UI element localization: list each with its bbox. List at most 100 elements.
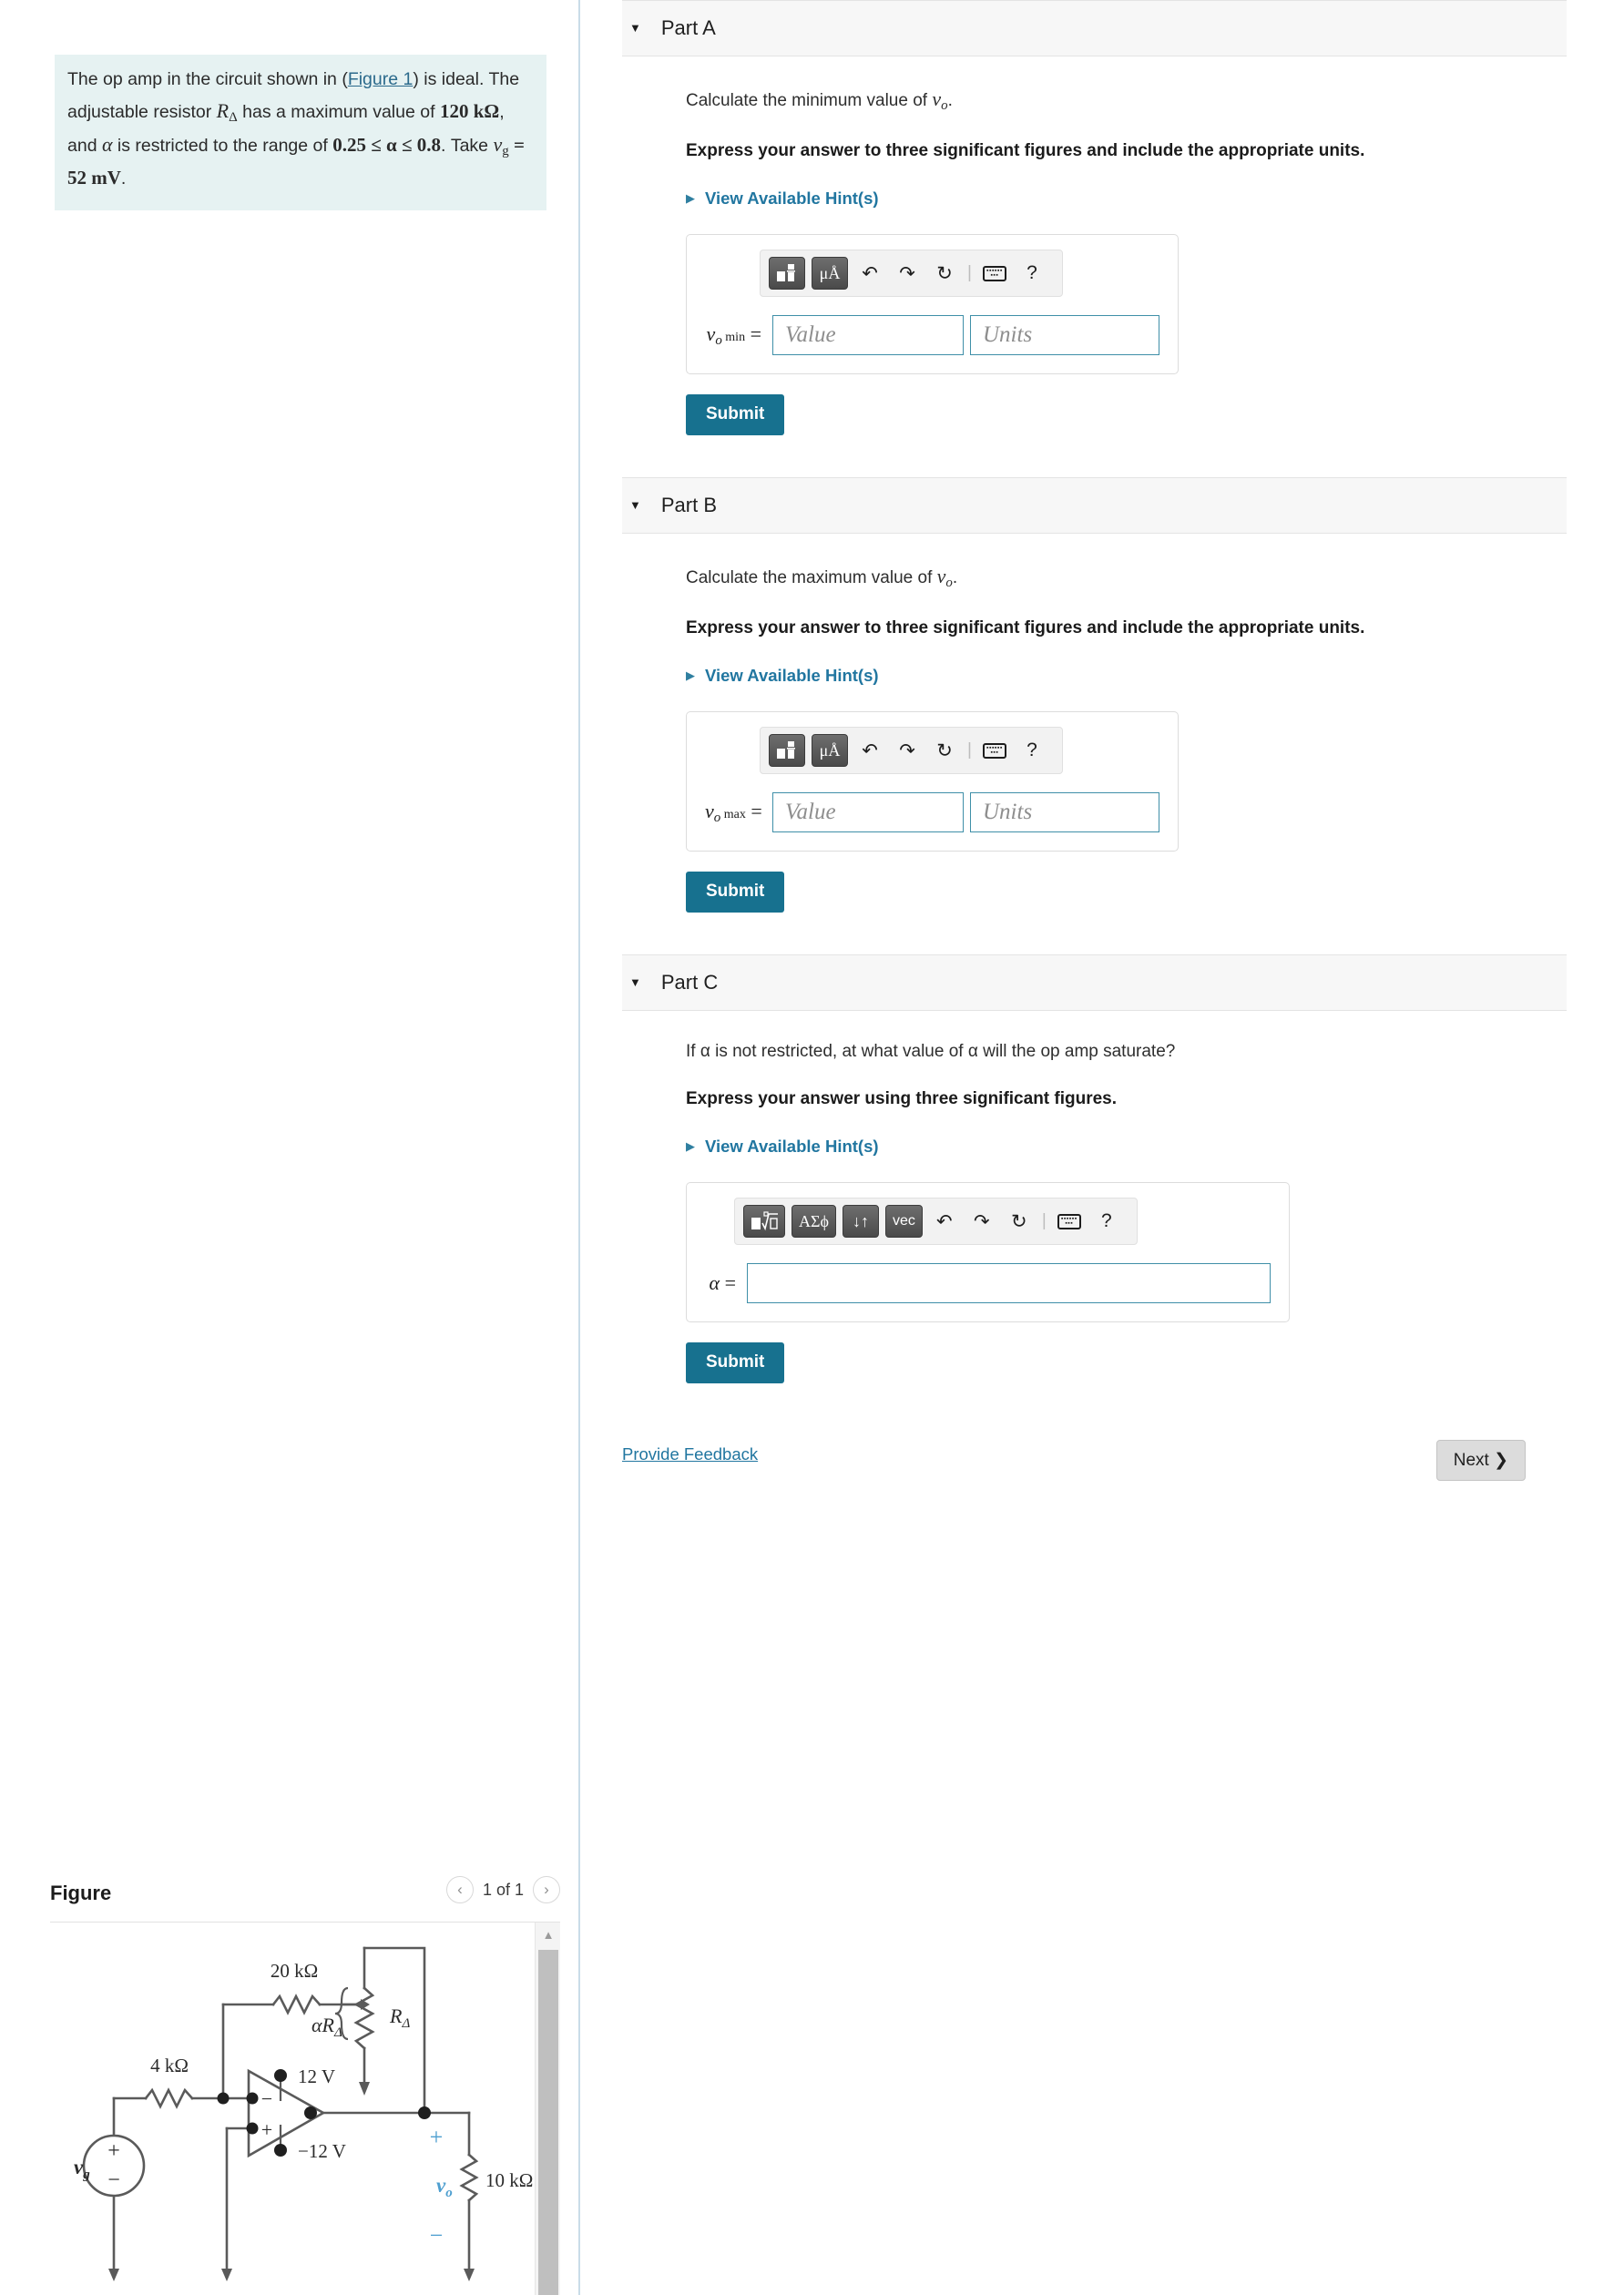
figure-scroll-up-icon[interactable]: ▲ [536, 1923, 560, 1946]
help-icon[interactable]: ? [1091, 1206, 1122, 1237]
greek-icon[interactable]: ΑΣϕ [792, 1205, 836, 1239]
part-c-body: If α is not restricted, at what value of… [622, 1042, 1624, 1384]
part-a-hint-link[interactable]: View Available Hint(s) [705, 189, 879, 209]
part-a-hints-row[interactable]: ▶ View Available Hint(s) [686, 189, 1624, 209]
source-minus: − [107, 2168, 120, 2192]
redo-icon[interactable]: ↷ [892, 735, 923, 766]
resistor-delta-symbol: RΔ [216, 98, 238, 125]
figure-counter: 1 of 1 [482, 1880, 524, 1899]
part-c-instruction: Express your answer using three signific… [686, 1089, 1118, 1109]
sort-icon[interactable]: ↓↑ [842, 1205, 879, 1239]
figure-panel: Figure ‹ 1 of 1 › 20 kΩ 4 kΩ RΔ αRΔ 12 V… [50, 1876, 560, 2295]
part-a-field-row: vo min = Value Units [705, 315, 1159, 356]
figure-body: 20 kΩ 4 kΩ RΔ αRΔ 12 V −12 V 10 kΩ vg vo [50, 1922, 560, 2295]
undo-icon[interactable]: ↶ [929, 1206, 960, 1237]
label-20k: 20 kΩ [271, 1960, 318, 1982]
part-b-collapse-caret-icon[interactable]: ▼ [629, 498, 641, 512]
figure-title: Figure [50, 1882, 112, 1904]
part-c-hint-caret-icon[interactable]: ▶ [686, 1139, 695, 1154]
part-a-value-input[interactable]: Value [772, 315, 964, 356]
chevron-right-icon: ❯ [1494, 1451, 1508, 1471]
label-4k: 4 kΩ [150, 2055, 189, 2076]
figure-next-button[interactable]: › [533, 1876, 560, 1903]
label-vo: vo [436, 2174, 453, 2200]
part-c-question: If α is not restricted, at what value of… [686, 1042, 1176, 1062]
part-c-header[interactable]: ▼ Part C [622, 954, 1567, 1012]
keyboard-icon[interactable]: ▪▪▪▪▪▪▪▪▪ [979, 735, 1010, 766]
sqrt-template-icon[interactable] [743, 1205, 785, 1239]
undo-icon[interactable]: ↶ [854, 735, 885, 766]
figure-scrollbar-thumb[interactable] [538, 1950, 558, 2295]
toolbar-separator: | [1041, 1211, 1047, 1231]
part-a-body: Calculate the minimum value of vo. Expre… [622, 87, 1624, 436]
part-c-answer-input[interactable] [747, 1263, 1271, 1304]
part-a-question: Calculate the minimum value of vo. [686, 87, 953, 114]
part-b-hint-link[interactable]: View Available Hint(s) [705, 666, 879, 686]
keyboard-icon[interactable]: ▪▪▪▪▪▪▪▪▪ [979, 258, 1010, 289]
problem-text-1: The op amp in the circuit shown in ( [67, 69, 348, 89]
figure-1-link[interactable]: Figure 1 [348, 69, 414, 89]
units-icon[interactable]: μÅ [812, 734, 848, 768]
label-Rdelta: RΔ [389, 2004, 410, 2031]
label-supply-pos: 12 V [298, 2066, 335, 2087]
part-b-label: Part B [660, 494, 718, 517]
provide-feedback-link[interactable]: Provide Feedback [622, 1444, 758, 1464]
problem-text-end: . [120, 168, 127, 189]
part-a-collapse-caret-icon[interactable]: ▼ [629, 21, 641, 35]
part-b-units-input[interactable]: Units [970, 792, 1159, 833]
part-b-answer-box: μÅ ↶ ↷ ↻ | ▪▪▪▪▪▪▪▪▪ ? vo max = Value Un… [686, 711, 1179, 852]
figure-prev-button[interactable]: ‹ [445, 1876, 474, 1903]
keyboard-icon[interactable]: ▪▪▪▪▪▪▪▪▪ [1054, 1206, 1085, 1237]
part-b-hint-caret-icon[interactable]: ▶ [686, 668, 695, 683]
redo-icon[interactable]: ↷ [892, 258, 923, 289]
part-c-hints-row[interactable]: ▶ View Available Hint(s) [686, 1137, 1624, 1157]
vector-icon[interactable]: vec [884, 1205, 923, 1239]
part-a-field-label: vo min = [706, 321, 761, 348]
redo-icon[interactable]: ↷ [966, 1206, 997, 1237]
part-c-label: Part C [660, 971, 719, 994]
units-icon[interactable]: μÅ [812, 257, 848, 291]
part-b-submit-button[interactable]: Submit [686, 872, 785, 913]
part-c-hint-link[interactable]: View Available Hint(s) [705, 1137, 879, 1157]
problem-statement-box: The op amp in the circuit shown in (Figu… [55, 55, 546, 210]
reset-icon[interactable]: ↻ [929, 735, 960, 766]
part-b-field-label: vo max = [705, 799, 762, 825]
help-icon[interactable]: ? [1016, 735, 1047, 766]
part-b-value-input[interactable]: Value [772, 792, 964, 833]
part-b-toolbar: μÅ ↶ ↷ ↻ | ▪▪▪▪▪▪▪▪▪ ? [760, 727, 1063, 775]
figure-navigation: ‹ 1 of 1 › [445, 1876, 560, 1903]
template-icon[interactable] [769, 734, 805, 768]
part-b-hints-row[interactable]: ▶ View Available Hint(s) [686, 666, 1624, 686]
reset-icon[interactable]: ↻ [929, 258, 960, 289]
opamp-inverting-sign: − [261, 2087, 272, 2110]
opamp-noninverting-sign: + [261, 2118, 272, 2141]
help-icon[interactable]: ? [1016, 258, 1047, 289]
part-c-submit-button[interactable]: Submit [686, 1342, 785, 1384]
part-a-answer-box: μÅ ↶ ↷ ↻ | ▪▪▪▪▪▪▪▪▪ ? vo min = Value Un… [686, 234, 1179, 375]
part-b-instruction: Express your answer to three significant… [686, 618, 1365, 638]
part-c-toolbar: ΑΣϕ ↓↑ vec ↶ ↷ ↻ | ▪▪▪▪▪▪▪▪▪ ? [734, 1198, 1138, 1246]
next-button-label: Next [1453, 1451, 1489, 1471]
part-c-collapse-caret-icon[interactable]: ▼ [629, 975, 641, 989]
part-b-field-row: vo max = Value Units [705, 792, 1159, 833]
left-column: The op amp in the circuit shown in (Figu… [0, 0, 578, 2295]
part-a-hint-caret-icon[interactable]: ▶ [686, 191, 695, 206]
next-button[interactable]: Next ❯ [1435, 1440, 1526, 1482]
problem-text-5: is restricted to the range of [112, 135, 333, 156]
alpha-range: 0.25 ≤ α ≤ 0.8 [332, 133, 441, 156]
part-a-header[interactable]: ▼ Part A [622, 0, 1567, 56]
part-b-question: Calculate the maximum value of vo. [686, 565, 958, 591]
figure-scrollbar[interactable]: ▲ ▼ [535, 1923, 560, 2295]
problem-text-6: . Take [441, 135, 494, 156]
part-a-instruction: Express your answer to three significant… [686, 141, 1365, 161]
part-b-body: Calculate the maximum value of vo. Expre… [622, 565, 1624, 913]
source-plus: + [107, 2139, 120, 2163]
part-a-question-variable: vo [932, 87, 948, 114]
template-icon[interactable] [769, 257, 805, 291]
part-b-header[interactable]: ▼ Part B [622, 477, 1567, 535]
reset-icon[interactable]: ↻ [1004, 1206, 1035, 1237]
problem-statement-text: The op amp in the circuit shown in (Figu… [67, 66, 534, 194]
part-a-submit-button[interactable]: Submit [686, 394, 785, 436]
undo-icon[interactable]: ↶ [854, 258, 885, 289]
part-a-units-input[interactable]: Units [970, 315, 1159, 356]
